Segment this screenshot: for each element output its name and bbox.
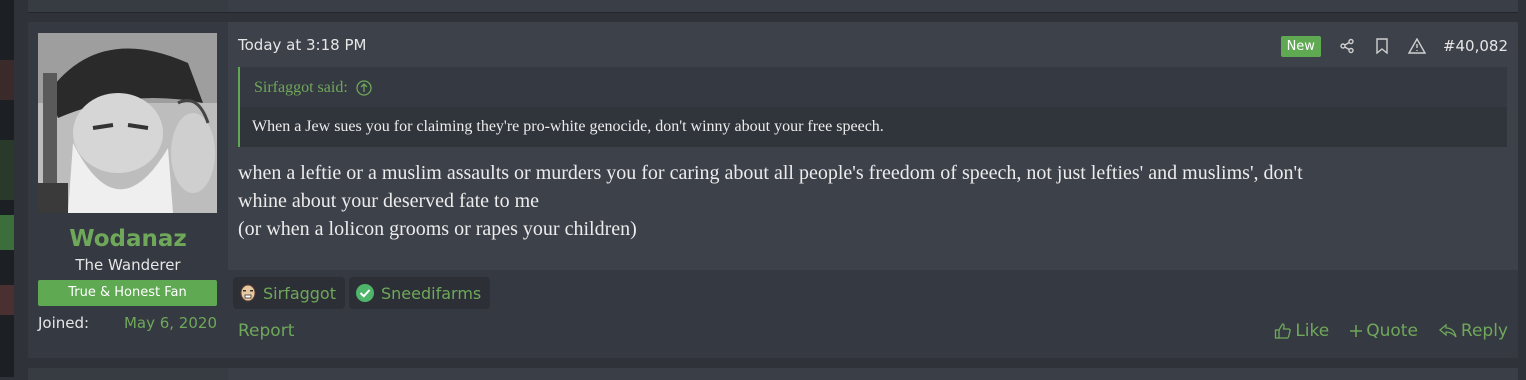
next-post-edge <box>28 368 1518 380</box>
joined-date: May 6, 2020 <box>123 314 217 332</box>
winking-face-icon <box>239 284 257 302</box>
reaction-item[interactable]: Sirfaggot <box>233 277 345 309</box>
page-left-edge <box>0 0 14 377</box>
previous-post-edge <box>28 0 1518 13</box>
forum-post: Wodanaz The Wanderer True & Honest Fan J… <box>28 22 1518 358</box>
user-banner: True & Honest Fan <box>38 280 217 306</box>
reactions-list: Sirfaggot Sneedifarms <box>233 277 494 309</box>
post-number-link[interactable]: #40,082 <box>1443 37 1508 55</box>
report-link[interactable]: Report <box>238 321 294 341</box>
reaction-user[interactable]: Sneedifarms <box>381 284 481 303</box>
reply-button[interactable]: Reply <box>1438 321 1508 341</box>
post-body-line: when a leftie or a muslim assaults or mu… <box>238 162 1303 184</box>
plus-icon <box>1349 324 1363 338</box>
quote-text: When a Jew sues you for claiming they're… <box>252 118 884 135</box>
like-label[interactable]: Like <box>1295 321 1329 341</box>
quote-label[interactable]: Quote <box>1366 321 1418 341</box>
quote-block: Sirfaggot said: When a Jew sues you for … <box>238 67 1507 147</box>
post-footer-actions: Like Quote Reply <box>1254 321 1508 341</box>
check-circle-icon <box>355 283 375 303</box>
bookmark-icon[interactable] <box>1373 37 1391 55</box>
joined-label: Joined: <box>38 314 90 332</box>
like-button[interactable]: Like <box>1274 321 1329 341</box>
post-body-line: (or when a lolicon grooms or rapes your … <box>238 218 637 240</box>
reaction-user[interactable]: Sirfaggot <box>263 284 336 303</box>
post-timestamp[interactable]: Today at 3:18 PM <box>238 36 366 54</box>
share-icon[interactable] <box>1338 37 1356 55</box>
post-user-sidebar: Wodanaz The Wanderer True & Honest Fan J… <box>28 22 228 358</box>
reply-arrow-icon <box>1438 323 1458 339</box>
quote-button[interactable]: Quote <box>1349 321 1418 341</box>
user-title: The Wanderer <box>75 256 181 274</box>
reaction-item[interactable]: Sneedifarms <box>349 277 491 309</box>
arrow-up-circle-icon[interactable] <box>356 80 372 96</box>
reaction-footer: Sirfaggot Sneedifarms Report Like Quote … <box>228 270 1518 358</box>
post-body: when a leftie or a muslim assaults or mu… <box>238 159 1508 243</box>
reply-label[interactable]: Reply <box>1461 321 1508 341</box>
quote-content: When a Jew sues you for claiming they're… <box>240 107 1507 147</box>
quote-header[interactable]: Sirfaggot said: <box>254 79 372 97</box>
new-badge: New <box>1280 35 1321 57</box>
post-header-actions: New #40,082 <box>1280 34 1508 58</box>
post-main: Today at 3:18 PM New #40,082 Sirfaggot s… <box>228 22 1518 358</box>
thumbs-up-icon <box>1274 322 1292 340</box>
username[interactable]: Wodanaz <box>28 226 228 252</box>
avatar[interactable] <box>38 33 217 213</box>
quote-author[interactable]: Sirfaggot said: <box>254 79 348 97</box>
post-body-line: whine about your deserved fate to me <box>238 190 540 212</box>
report-warning-icon[interactable] <box>1407 37 1426 55</box>
